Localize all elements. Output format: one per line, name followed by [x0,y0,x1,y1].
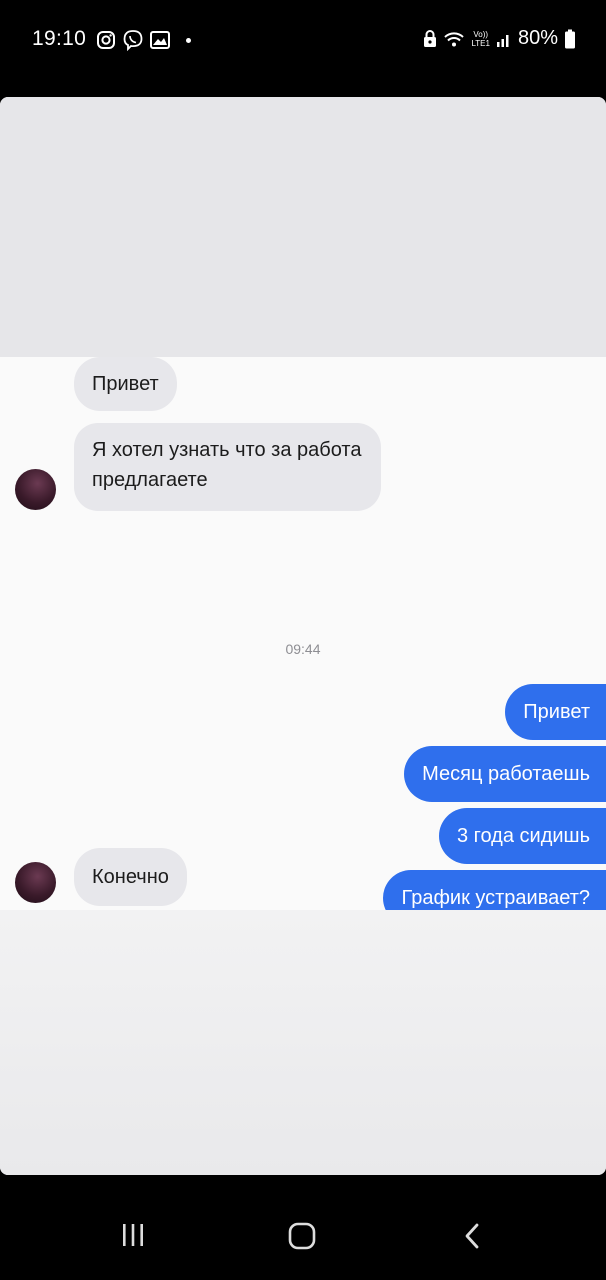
volte-icon: Vo)) LTE1 [471,30,490,48]
message-text: Привет [92,373,159,395]
home-button[interactable] [288,1222,316,1255]
navigation-bar [0,1190,606,1280]
avatar [15,469,56,510]
message-text: График устраивает? [401,887,590,909]
viber-icon [122,29,144,51]
status-bar: 19:10 Vo)) LTE1 80% [0,0,606,80]
more-notifications-icon [186,37,191,43]
outgoing-message: Привет [505,684,606,740]
volte-top: Vo)) [473,29,489,39]
back-button[interactable] [462,1222,482,1255]
gallery-icon [150,31,170,49]
shared-image: Привет Я хотел узнать что за работа пред… [0,97,606,1175]
wifi-icon [443,30,465,48]
volte-bottom: LTE1 [471,38,490,48]
image-top-blank [0,97,606,357]
chat-screenshot: Привет Я хотел узнать что за работа пред… [0,357,606,926]
image-bottom-blank: Конечно [0,848,606,1175]
lock-icon [423,29,437,48]
outgoing-message: Месяц работаешь [404,746,606,802]
outgoing-message: 3 года сидишь [438,808,606,864]
incoming-message: Я хотел узнать что за работа предлагаете [74,423,382,511]
message-text-line: Я хотел узнать что за работа [92,439,362,461]
message-text: 3 года сидишь [456,825,590,847]
message-text: Месяц работаешь [422,763,590,785]
incoming-message: Привет [74,357,177,411]
message-text: Привет [523,701,590,723]
message-text: Конечно [92,866,169,888]
battery-percent: 80% [517,27,558,49]
signal-icon [496,30,512,48]
status-time: 19:10 [32,27,87,50]
avatar [15,862,56,903]
notification-icons [96,29,191,51]
battery-icon [564,29,576,49]
system-indicators: Vo)) LTE1 80% [423,27,576,50]
incoming-message: Конечно [74,848,187,906]
message-timestamp: 09:44 [285,641,321,657]
recent-apps-button[interactable] [120,1222,146,1253]
instagram-icon [96,30,116,50]
message-text-line: предлагаете [92,469,208,491]
